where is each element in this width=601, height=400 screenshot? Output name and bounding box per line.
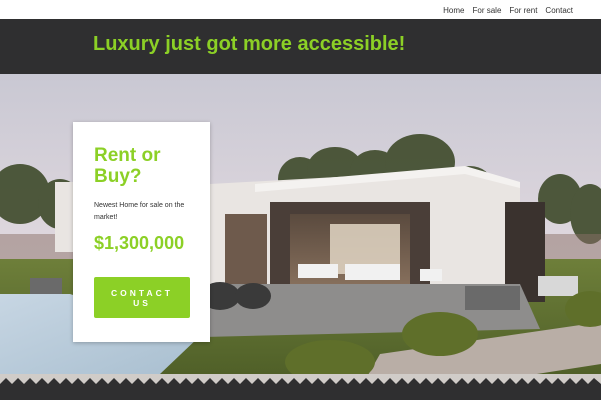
nav-link-for-rent[interactable]: For rent — [509, 6, 537, 15]
top-nav: Home For sale For rent Contact — [0, 0, 601, 19]
listing-title: Rent or Buy? — [94, 145, 161, 187]
listing-price: $1,300,000 — [94, 233, 185, 253]
nav-link-home[interactable]: Home — [443, 6, 464, 15]
page-headline: Luxury just got more accessible! — [93, 33, 406, 55]
contact-us-button[interactable]: CONTACT US — [94, 277, 190, 318]
header-band: Luxury just got more accessible! — [0, 19, 601, 74]
listing-description: Newest Home for sale on the market! — [94, 202, 185, 221]
bottom-strip — [0, 389, 601, 400]
listing-card: Rent or Buy? Newest Home for sale on the… — [73, 122, 210, 342]
nav-links: Home For sale For rent Contact — [443, 6, 573, 15]
nav-link-for-sale[interactable]: For sale — [473, 6, 502, 15]
nav-link-contact[interactable]: Contact — [545, 6, 573, 15]
